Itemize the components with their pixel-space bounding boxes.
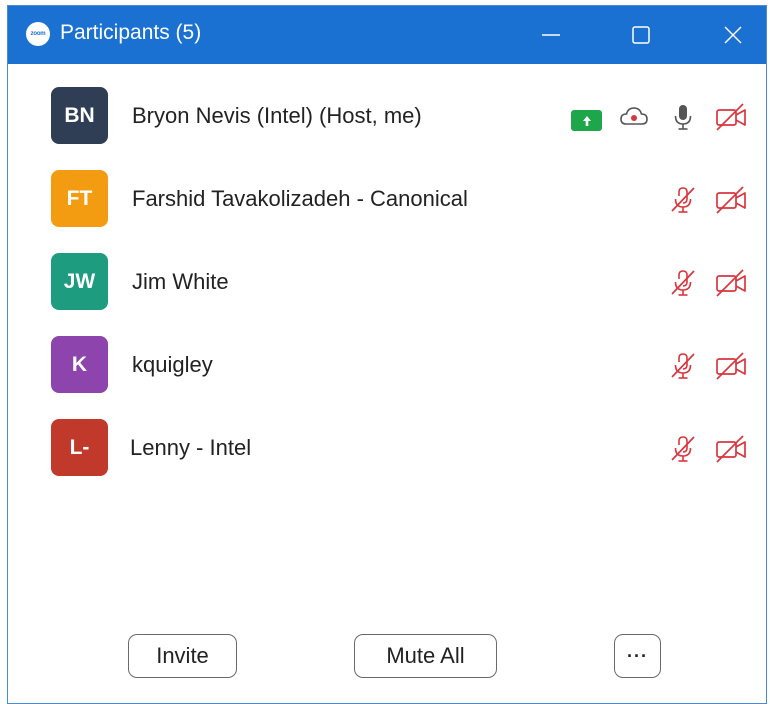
share-screen-icon[interactable] [571,110,602,131]
participants-window: zoom Participants (5) BN Bryon Nevis (In… [7,5,767,704]
mute-all-button[interactable]: Mute All [354,634,497,678]
close-icon [724,26,742,44]
video-off-icon[interactable] [714,434,746,464]
window-title: Participants (5) [60,21,202,44]
avatar: FT [51,170,108,227]
avatar: K [51,336,108,393]
avatar: L- [51,419,108,476]
participant-name: Bryon Nevis (Intel) (Host, me) [132,103,422,128]
participant-row-lenny[interactable]: L- Lenny - Intel [8,407,766,490]
participant-row-jim[interactable]: JW Jim White [8,241,766,324]
maximize-button[interactable] [613,6,669,64]
participant-row-bryon[interactable]: BN Bryon Nevis (Intel) (Host, me) [8,75,766,158]
title-bar[interactable]: zoom Participants (5) [8,6,766,64]
video-off-icon[interactable] [714,185,746,215]
microphone-muted-icon[interactable] [668,351,698,381]
participant-name: Lenny - Intel [130,435,252,460]
avatar: BN [51,87,108,144]
cloud-record-icon [619,102,649,132]
participant-row-farshid[interactable]: FT Farshid Tavakolizadeh - Canonical [8,158,766,241]
microphone-icon[interactable] [668,102,698,132]
video-off-icon[interactable] [714,351,746,381]
microphone-muted-icon[interactable] [668,434,698,464]
invite-button[interactable]: Invite [128,634,237,678]
close-button[interactable] [705,6,761,64]
minimize-icon [542,34,560,36]
participant-row-kquigley[interactable]: K kquigley [8,324,766,407]
participant-name: Jim White [132,269,229,294]
zoom-logo-icon: zoom [26,22,50,46]
more-options-button[interactable]: ··· [614,634,661,678]
video-off-icon[interactable] [714,102,746,132]
avatar: JW [51,253,108,310]
minimize-button[interactable] [523,6,579,64]
participant-name: Farshid Tavakolizadeh - Canonical [132,186,468,211]
microphone-muted-icon[interactable] [668,185,698,215]
zoom-logo-text: zoom [30,31,46,37]
maximize-icon [632,26,650,44]
microphone-muted-icon[interactable] [668,268,698,298]
video-off-icon[interactable] [714,268,746,298]
participant-name: kquigley [132,352,213,377]
